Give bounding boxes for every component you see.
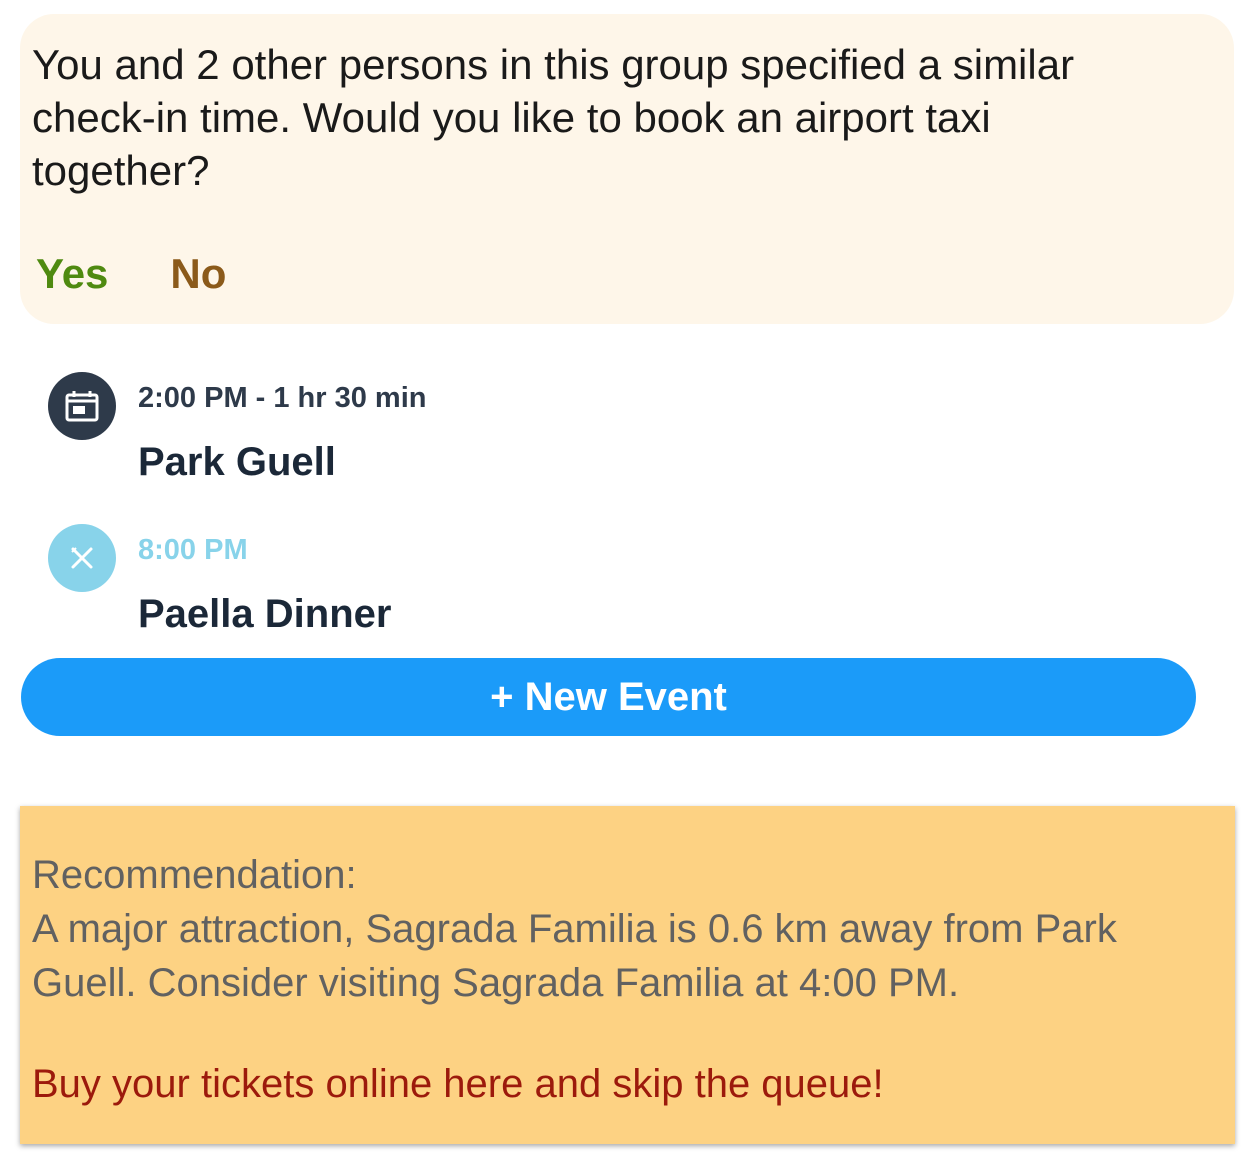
recommendation-text: Recommendation: A major attraction, Sagr… — [32, 848, 1227, 1010]
buy-tickets-link[interactable]: Buy your tickets online here and skip th… — [32, 1062, 884, 1107]
calendar-icon — [48, 372, 116, 440]
itinerary-page: You and 2 other persons in this group sp… — [0, 0, 1256, 1168]
taxi-suggestion-card: You and 2 other persons in this group sp… — [20, 14, 1234, 324]
utensils-icon — [48, 524, 116, 592]
recommendation-body: A major attraction, Sagrada Familia is 0… — [32, 907, 1117, 1005]
event-title: Park Guell — [138, 440, 336, 484]
event-time: 2:00 PM - 1 hr 30 min — [138, 382, 427, 414]
no-button[interactable]: No — [170, 250, 226, 298]
event-time: 8:00 PM — [138, 534, 248, 566]
new-event-button[interactable]: + New Event — [21, 658, 1196, 736]
taxi-actions: Yes No — [36, 250, 226, 298]
recommendation-card: Recommendation: A major attraction, Sagr… — [20, 806, 1235, 1144]
taxi-suggestion-message: You and 2 other persons in this group sp… — [32, 41, 1075, 194]
recommendation-heading: Recommendation: — [32, 853, 357, 897]
event-title: Paella Dinner — [138, 592, 392, 636]
yes-button[interactable]: Yes — [36, 250, 108, 298]
